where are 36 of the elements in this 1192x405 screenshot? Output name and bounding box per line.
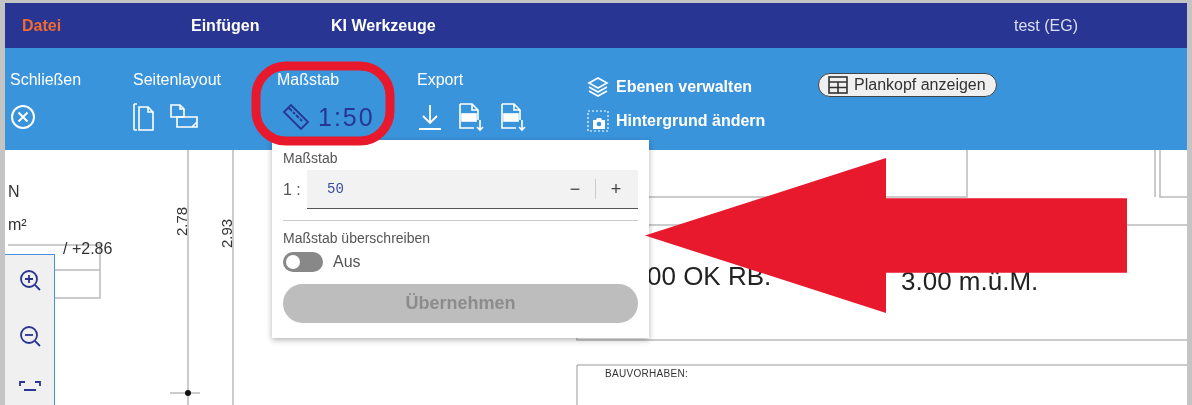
close-icon[interactable]	[10, 104, 36, 130]
layers-icon	[587, 76, 609, 98]
zoom-out-icon[interactable]	[17, 324, 42, 348]
toggle-state: Aus	[333, 253, 361, 271]
plan-label: N	[8, 183, 20, 201]
group-label: Schließen	[10, 71, 83, 90]
menu-tab[interactable]: KI Werkzeuge	[314, 16, 454, 35]
plan-label: 3.00 m.ü.M.	[901, 266, 1039, 297]
plan-label: m²	[8, 216, 27, 234]
toggle-switch[interactable]	[283, 252, 323, 272]
plan-label: BAUVORHABEN:	[605, 368, 689, 379]
scale-prefix: 1 :	[283, 180, 302, 199]
zoom-in-icon[interactable]	[17, 268, 42, 292]
group-label: Maßstab	[277, 71, 341, 90]
decrement-button[interactable]: −	[561, 178, 589, 200]
page-orientation-icon[interactable]	[169, 104, 199, 130]
download-icon[interactable]	[417, 103, 443, 131]
plan-label: 2.93	[218, 218, 235, 248]
file-download-icon[interactable]	[457, 102, 485, 132]
ruler-icon	[282, 103, 310, 131]
camera-icon	[587, 110, 609, 132]
page-size-icon[interactable]	[133, 103, 155, 131]
project-name: test (EG)	[1014, 16, 1078, 35]
plankopf-button[interactable]: Plankopf anzeigen	[818, 73, 997, 97]
menu-tab[interactable]: Einfügen	[174, 16, 314, 35]
toggle-label: Maßstab überschreiben	[283, 230, 432, 246]
group-label: Seitenlayout	[133, 71, 223, 90]
increment-button[interactable]: +	[602, 178, 630, 200]
plan-label: / +2.86	[63, 240, 113, 258]
plan-label: 2.78	[173, 206, 190, 236]
field-label: Maßstab	[283, 150, 339, 166]
fit-screen-icon[interactable]	[17, 380, 42, 392]
file-download-icon[interactable]	[499, 102, 527, 132]
table-icon	[828, 76, 848, 94]
scale-input-field[interactable]: 50 − +	[307, 170, 638, 209]
group-label: Export	[417, 71, 465, 90]
